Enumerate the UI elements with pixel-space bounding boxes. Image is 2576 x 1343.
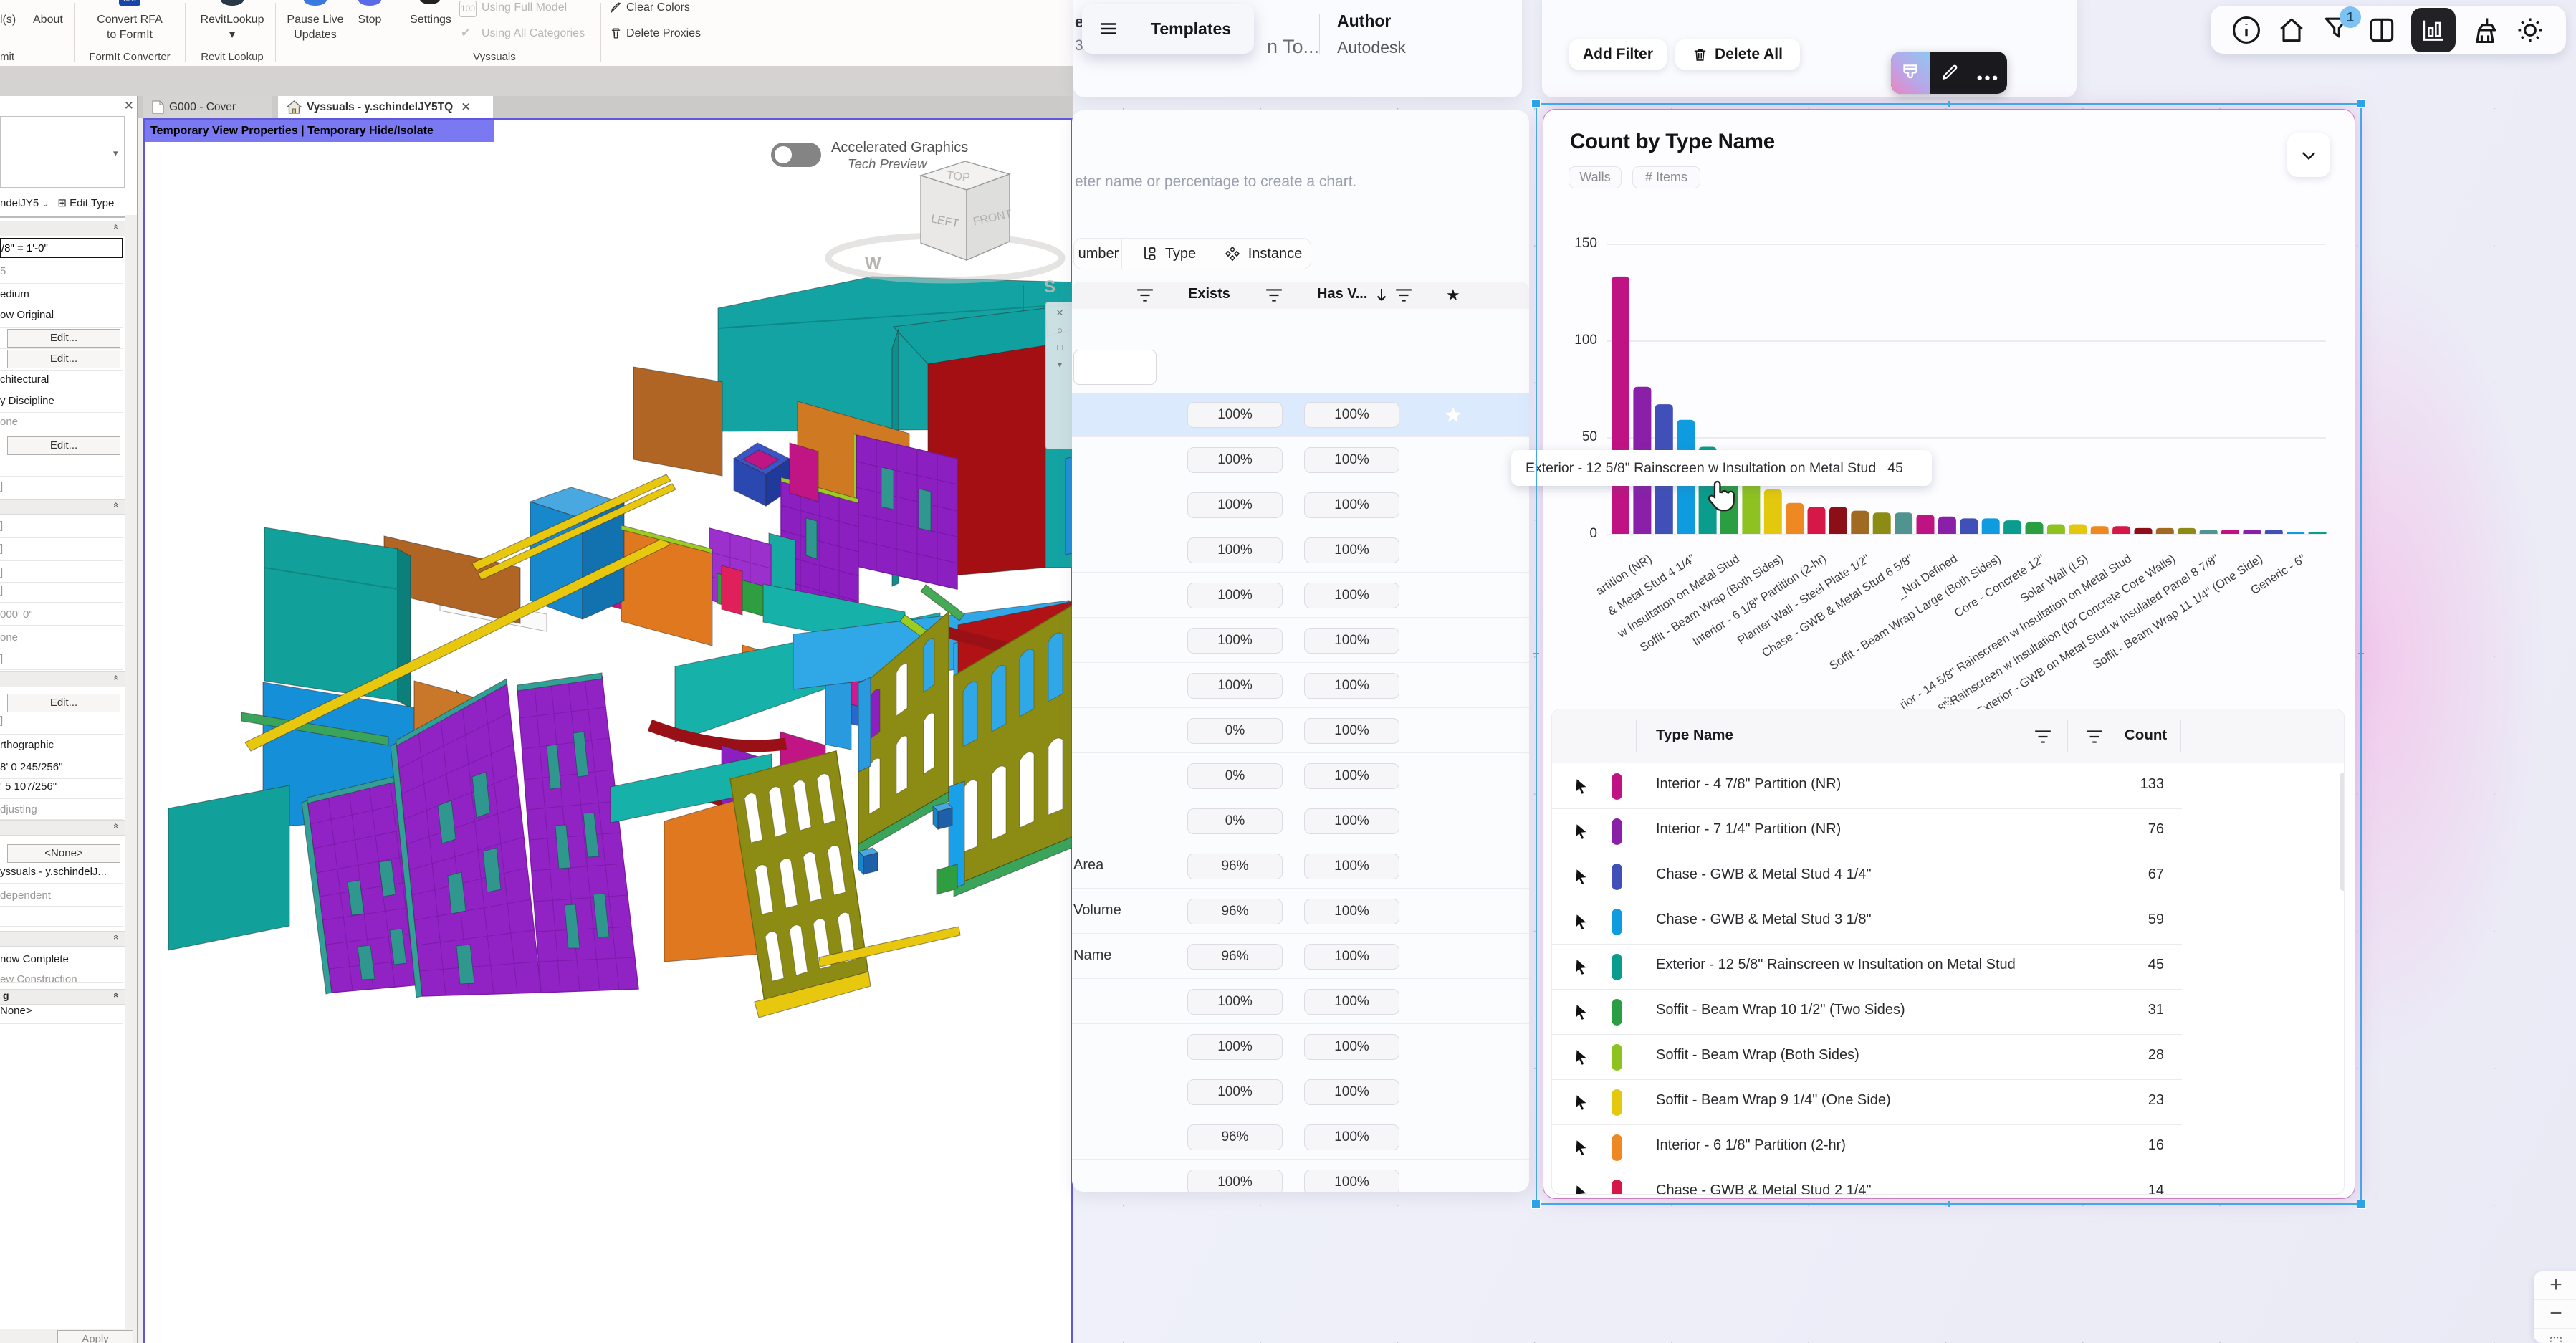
- svg-text:S: S: [1044, 277, 1055, 297]
- svg-text:W: W: [865, 254, 881, 273]
